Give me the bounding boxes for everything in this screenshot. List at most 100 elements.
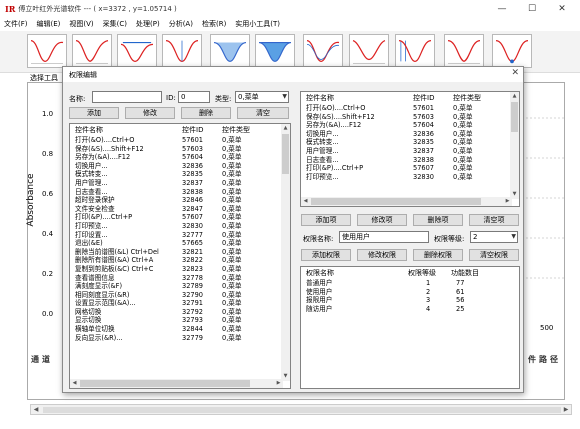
list-row[interactable]: 打印预览... 32830 0,菜单 — [301, 173, 519, 182]
list-row[interactable]: 超时登录保护 32846 0,菜单 — [70, 196, 290, 205]
column-header[interactable]: 控件名称 — [306, 93, 334, 103]
list-row[interactable]: 查看谱图信息 32778 0,菜单 — [70, 274, 290, 283]
control-list-left[interactable]: 控件名称 控件ID 控件类型 打开(&O)....Ctrl+O 57601 0,菜单… — [69, 123, 291, 389]
spectrum-tool-icon[interactable] — [162, 34, 202, 68]
list-row[interactable]: 打开(&O)....Ctrl+O 57601 0,菜单 — [301, 104, 519, 113]
spectrum-tool-icon[interactable] — [117, 34, 157, 68]
name-input[interactable] — [92, 91, 162, 103]
list-row[interactable]: 相同刻度显示(&R) 32790 0,菜单 — [70, 291, 290, 300]
scrollbar-thumb[interactable] — [282, 134, 289, 174]
column-header[interactable]: 控件名称 — [75, 125, 103, 135]
permission-list[interactable]: 权限名称 权限等级 功能数目 普通用户 1 77 使用用户 2 61 报限用户 3 56 随访用户… — [300, 266, 520, 389]
list-row[interactable]: 随访用户 4 25 — [301, 305, 519, 314]
list-row[interactable]: 打印预览... 32830 0,菜单 — [70, 222, 290, 231]
list-row[interactable]: 删除所有谱图(&A) Ctrl+A 32822 0,菜单 — [70, 256, 290, 265]
list-row[interactable]: 使用用户 2 61 — [301, 288, 519, 297]
horizontal-scrollbar[interactable]: ◀ ▶ — [30, 404, 572, 415]
list-row[interactable]: 复制到剪贴板(&C) Ctrl+C 32823 0,菜单 — [70, 265, 290, 274]
scroll-right-icon[interactable]: ▶ — [503, 197, 512, 206]
list-row[interactable]: 保存(&S)....Shift+F12 57603 0,菜单 — [301, 113, 519, 122]
add-button[interactable]: 添加 — [69, 107, 119, 119]
list-row[interactable]: 满刻度显示(&F) 32789 0,菜单 — [70, 282, 290, 291]
modify-permission-button[interactable]: 修改权限 — [357, 249, 407, 261]
spectrum-tool-icon[interactable] — [444, 34, 484, 68]
vertical-scrollbar[interactable]: ▲ ▼ — [510, 92, 519, 199]
list-row[interactable]: 网格切换 32792 0,菜单 — [70, 308, 290, 317]
horizontal-scrollbar[interactable]: ◀ ▶ — [301, 197, 512, 206]
spectrum-tool-icon[interactable] — [27, 34, 67, 68]
scroll-right-icon[interactable]: ▶ — [561, 405, 571, 414]
list-row[interactable]: 模式转变... 32835 0,菜单 — [301, 138, 519, 147]
clear-items-button[interactable]: 清空项 — [469, 214, 519, 226]
list-row[interactable]: 模式转变... 32835 0,菜单 — [70, 170, 290, 179]
list-row[interactable]: 普通用户 1 77 — [301, 279, 519, 288]
spectrum-tool-icon[interactable] — [255, 34, 295, 68]
spectrum-tool-icon[interactable] — [395, 34, 435, 68]
menu-tools[interactable]: 实用小工具(T) — [235, 19, 280, 29]
spectrum-tool-icon[interactable] — [72, 34, 112, 68]
close-icon[interactable]: ✕ — [547, 0, 577, 17]
modify-button[interactable]: 修改 — [125, 107, 175, 119]
clear-permissions-button[interactable]: 清空权限 — [469, 249, 519, 261]
scrollbar-thumb[interactable] — [311, 198, 481, 205]
list-row[interactable]: 打印设置... 32777 0,菜单 — [70, 231, 290, 240]
delete-button[interactable]: 删除 — [181, 107, 231, 119]
list-row[interactable]: 设置显示范围(&A)... 32791 0,菜单 — [70, 299, 290, 308]
spectrum-tool-icon[interactable] — [349, 34, 389, 68]
add-item-button[interactable]: 添加项 — [301, 214, 351, 226]
permission-level-select[interactable]: 2 ▼ — [470, 231, 518, 243]
delete-permission-button[interactable]: 删除权限 — [413, 249, 463, 261]
clear-button[interactable]: 清空 — [237, 107, 289, 119]
list-row[interactable]: 日志查看... 32838 0,菜单 — [70, 188, 290, 197]
scroll-right-icon[interactable]: ▶ — [274, 379, 283, 388]
list-row[interactable]: 日志查看... 32838 0,菜单 — [301, 156, 519, 165]
column-header[interactable]: 功能数目 — [451, 268, 479, 278]
spectrum-tool-icon[interactable] — [303, 34, 343, 68]
list-row[interactable]: 保存(&S)....Shift+F12 57603 0,菜单 — [70, 145, 290, 154]
list-row[interactable]: 反向显示(&R)... 32779 0,菜单 — [70, 334, 290, 343]
column-header[interactable]: 控件类型 — [453, 93, 481, 103]
list-row[interactable]: 横轴单位切换 32844 0,菜单 — [70, 325, 290, 334]
type-select[interactable]: 0,菜单 ▼ — [235, 91, 289, 103]
permission-name-input[interactable]: 使用用户 — [339, 231, 429, 243]
list-row[interactable]: 退出(&E) 57665 0,菜单 — [70, 239, 290, 248]
spectrum-tool-icon[interactable] — [492, 34, 532, 68]
scrollbar-thumb[interactable] — [80, 380, 250, 387]
list-row[interactable]: 用户管理... 32837 0,菜单 — [301, 147, 519, 156]
id-input[interactable]: 0 — [178, 91, 210, 103]
menu-edit[interactable]: 编辑(E) — [37, 19, 61, 29]
close-icon[interactable]: ✕ — [511, 68, 519, 78]
scrollbar-thumb[interactable] — [511, 102, 518, 132]
spectrum-tool-icon[interactable] — [210, 34, 250, 68]
list-row[interactable]: 报限用户 3 56 — [301, 296, 519, 305]
list-row[interactable]: 显示切换 32793 0,菜单 — [70, 316, 290, 325]
vertical-scrollbar[interactable]: ▲ ▼ — [281, 124, 290, 381]
menu-file[interactable]: 文件(F) — [4, 19, 28, 29]
list-row[interactable]: 打开(&O)....Ctrl+O 57601 0,菜单 — [70, 136, 290, 145]
scroll-up-icon[interactable]: ▲ — [281, 124, 290, 133]
column-header[interactable]: 权限等级 — [408, 268, 436, 278]
horizontal-scrollbar[interactable]: ◀ ▶ — [70, 379, 283, 388]
delete-item-button[interactable]: 删除项 — [413, 214, 463, 226]
list-row[interactable]: 另存为(&A)....F12 57604 0,菜单 — [70, 153, 290, 162]
menu-search[interactable]: 检索(R) — [202, 19, 226, 29]
scroll-up-icon[interactable]: ▲ — [510, 92, 519, 101]
list-row[interactable]: 用户管理... 32837 0,菜单 — [70, 179, 290, 188]
menu-view[interactable]: 视图(V) — [69, 19, 93, 29]
scroll-left-icon[interactable]: ◀ — [31, 405, 41, 414]
maximize-icon[interactable]: ☐ — [517, 0, 547, 17]
menu-process[interactable]: 处理(P) — [136, 19, 160, 29]
scroll-left-icon[interactable]: ◀ — [301, 197, 310, 206]
modify-item-button[interactable]: 修改项 — [357, 214, 407, 226]
scrollbar-thumb[interactable] — [43, 407, 561, 413]
column-header[interactable]: 控件ID — [182, 125, 203, 135]
add-permission-button[interactable]: 添加权限 — [301, 249, 351, 261]
minimize-icon[interactable]: — — [487, 0, 517, 17]
menu-collect[interactable]: 采集(C) — [103, 19, 127, 29]
column-header[interactable]: 控件类型 — [222, 125, 250, 135]
column-header[interactable]: 权限名称 — [306, 268, 334, 278]
list-row[interactable]: 打印(&P)....Ctrl+P 57607 0,菜单 — [301, 164, 519, 173]
column-header[interactable]: 控件ID — [413, 93, 434, 103]
control-list-right[interactable]: 控件名称 控件ID 控件类型 打开(&O)....Ctrl+O 57601 0,菜单… — [300, 91, 520, 207]
menu-analyze[interactable]: 分析(A) — [169, 19, 193, 29]
